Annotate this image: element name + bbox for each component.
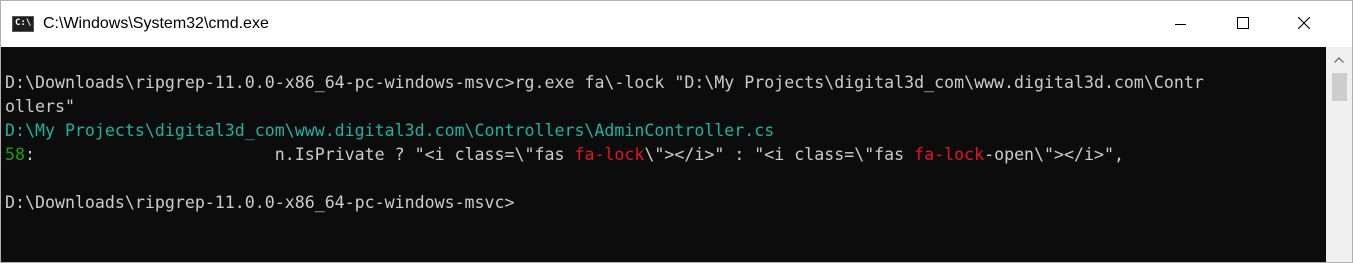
minimize-button[interactable]: [1159, 1, 1215, 47]
window-title: C:\Windows\System32\cmd.exe: [43, 15, 269, 32]
scrollbar-thumb[interactable]: [1332, 73, 1347, 101]
vertical-scrollbar[interactable]: [1326, 47, 1352, 262]
result-code-segment: \"></i>" : "<i class=\"fas: [644, 145, 915, 164]
command-text-wrap: ollers": [5, 97, 75, 116]
result-match-highlight: fa-lock: [574, 145, 645, 164]
result-separator: :: [24, 145, 35, 164]
result-line-number: 58: [5, 145, 25, 164]
console-line-result-match: 58: n.IsPrivate ? "<i class=\"fas fa-loc…: [5, 143, 1124, 167]
title-bar[interactable]: C:\ C:\Windows\System32\cmd.exe: [1, 1, 1352, 47]
maximize-button[interactable]: [1216, 1, 1272, 47]
command-prompt: D:\Downloads\ripgrep-11.0.0-x86_64-pc-wi…: [5, 73, 515, 92]
maximize-icon: [1237, 17, 1249, 29]
console-icon[interactable]: C:\: [12, 16, 34, 32]
command-prompt: D:\Downloads\ripgrep-11.0.0-x86_64-pc-wi…: [5, 193, 515, 212]
result-file-path: D:\My Projects\digital3d_com\www.digital…: [5, 121, 775, 140]
console-line-result-path: D:\My Projects\digital3d_com\www.digital…: [5, 119, 774, 143]
console-line-command-wrap: ollers": [5, 95, 75, 119]
scroll-up-button[interactable]: [1326, 47, 1352, 73]
result-code-segment: n.IsPrivate ? "<i class=\"fas: [34, 145, 575, 164]
result-match-highlight: fa-lock: [914, 145, 985, 164]
console-line-prompt: D:\Downloads\ripgrep-11.0.0-x86_64-pc-wi…: [5, 191, 515, 215]
close-icon: [1298, 17, 1310, 29]
scroll-up-arrow-icon: [1334, 57, 1344, 63]
minimize-icon: [1175, 24, 1186, 25]
console-icon-text: C:\: [15, 18, 32, 28]
result-code-segment: -open\"></i>",: [984, 145, 1124, 164]
cmd-window: C:\ C:\Windows\System32\cmd.exe D:\Downl…: [0, 0, 1353, 263]
close-button[interactable]: [1274, 1, 1330, 47]
console-line-command: D:\Downloads\ripgrep-11.0.0-x86_64-pc-wi…: [5, 71, 1204, 95]
command-text: rg.exe fa\-lock "D:\My Projects\digital3…: [514, 73, 1204, 92]
console-output[interactable]: D:\Downloads\ripgrep-11.0.0-x86_64-pc-wi…: [1, 47, 1326, 262]
